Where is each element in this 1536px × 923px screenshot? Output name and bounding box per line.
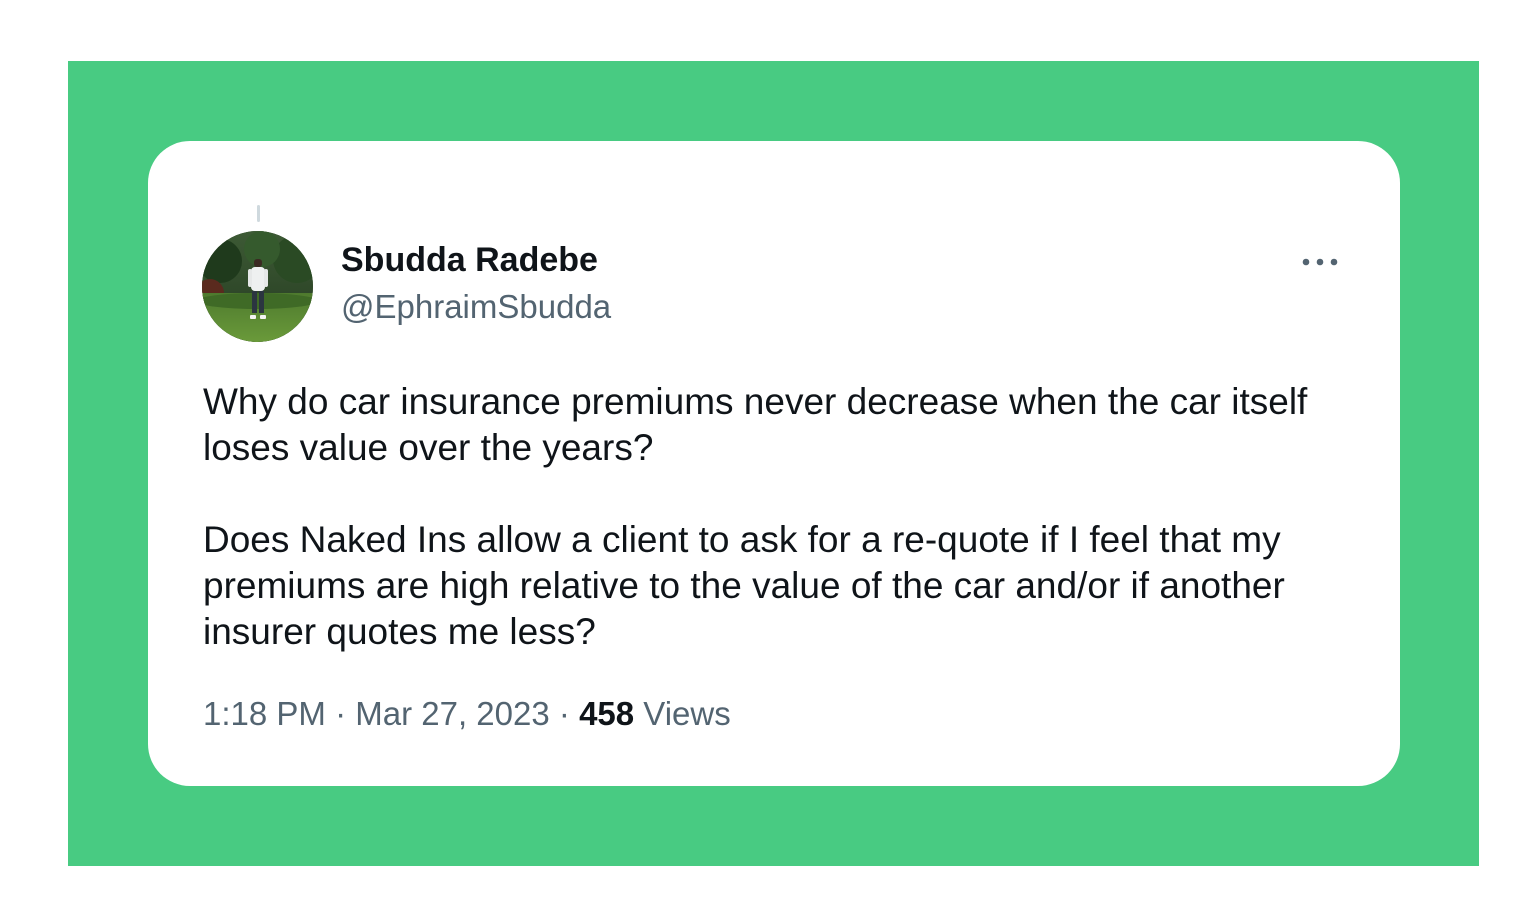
avatar[interactable] — [202, 231, 313, 342]
separator-dot: · — [558, 695, 570, 732]
author-display-name[interactable]: Sbudda Radebe — [341, 241, 598, 280]
thread-connector-line — [257, 205, 260, 222]
tweet-paragraph: Why do car insurance premiums never decr… — [203, 381, 1308, 468]
tweet-date[interactable]: Mar 27, 2023 — [355, 695, 549, 732]
tweet-time[interactable]: 1:18 PM — [203, 695, 326, 732]
author-handle[interactable]: @EphraimSbudda — [341, 288, 611, 326]
page: Sbudda Radebe @EphraimSbudda Why do car … — [0, 0, 1536, 923]
separator-dot: · — [335, 695, 347, 732]
views-label[interactable]: Views — [643, 695, 730, 732]
views-count[interactable]: 458 — [579, 695, 634, 732]
tweet-card: Sbudda Radebe @EphraimSbudda Why do car … — [148, 141, 1400, 786]
tweet-text: Why do car insurance premiums never decr… — [203, 379, 1353, 655]
tweet-paragraph: Does Naked Ins allow a client to ask for… — [203, 519, 1285, 652]
more-options-button[interactable] — [1298, 247, 1342, 277]
tweet-metadata: 1:18 PM · Mar 27, 2023 · 458 Views — [203, 695, 731, 733]
avatar-photo — [202, 231, 313, 342]
more-horizontal-icon — [1302, 258, 1338, 266]
